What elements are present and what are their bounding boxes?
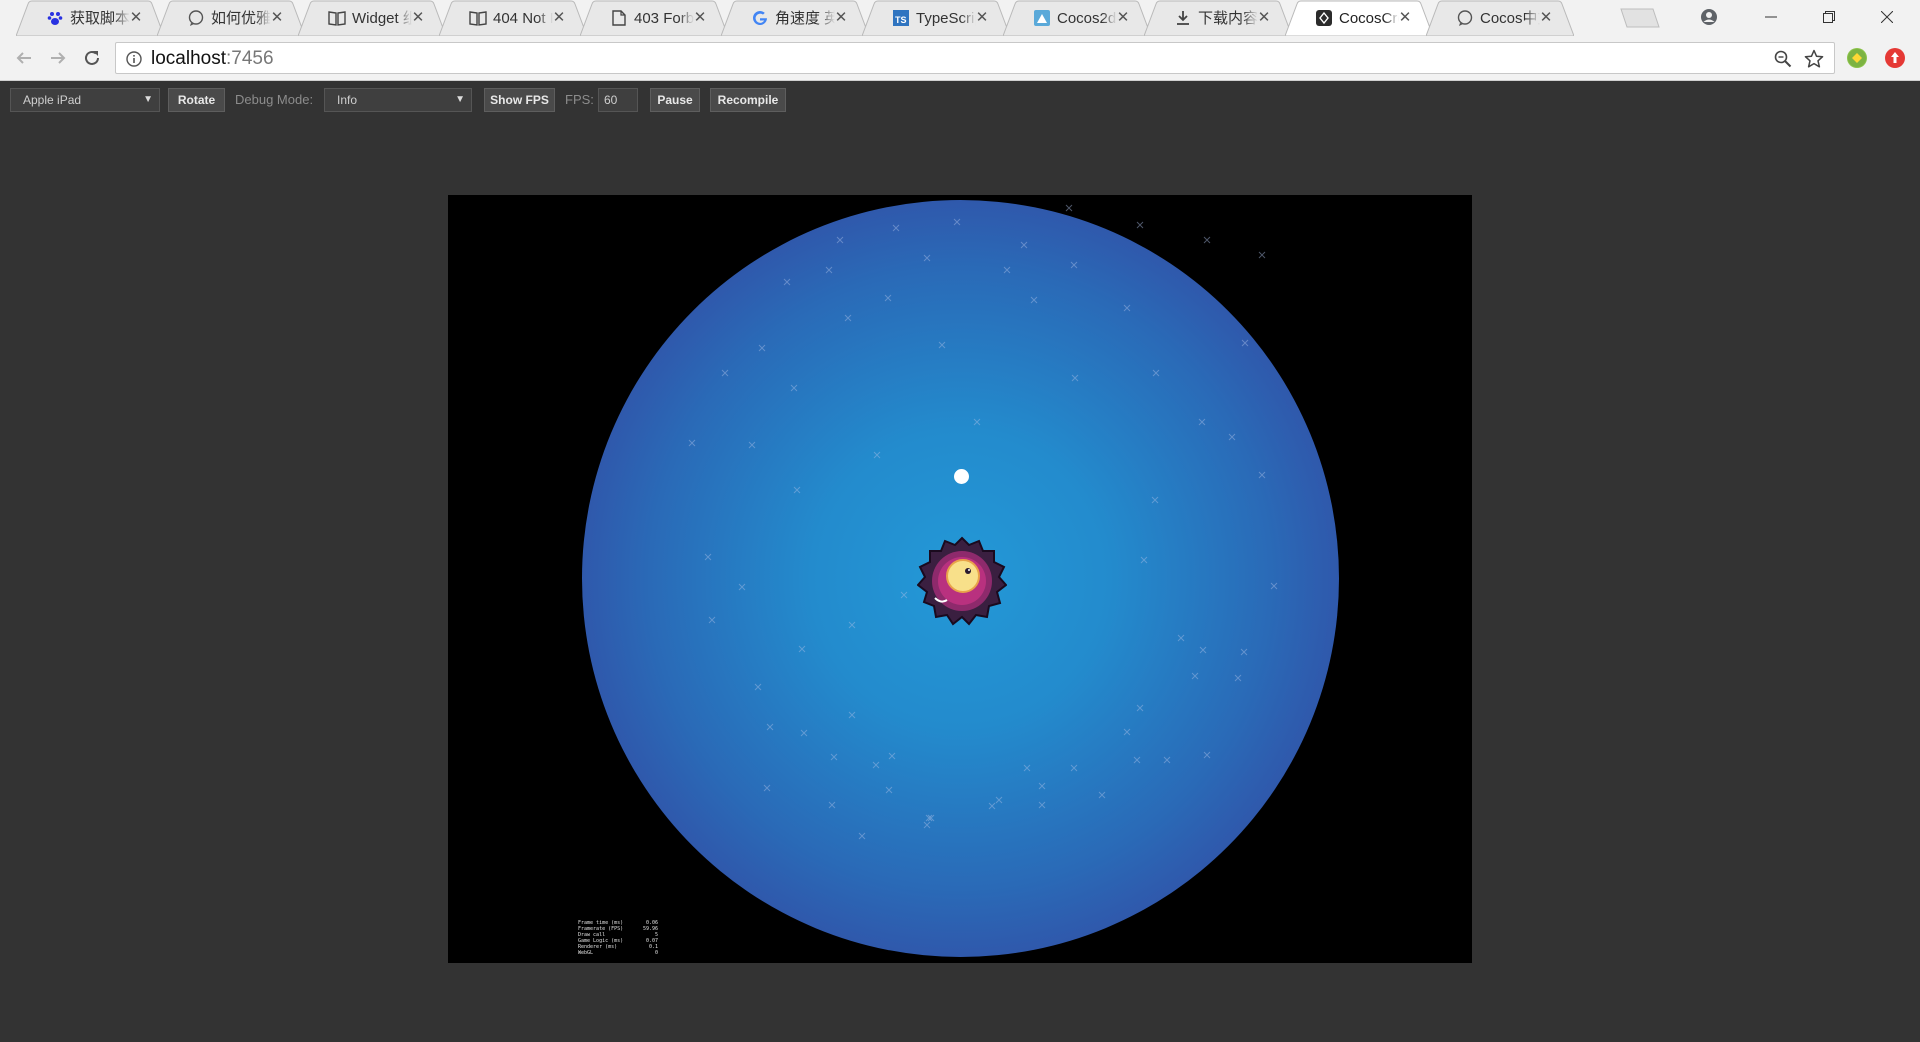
baidu-paw-icon	[46, 9, 64, 27]
tab-close-icon[interactable]: ✕	[1115, 10, 1131, 26]
tab-title: Cocos中文社区	[1480, 10, 1540, 27]
fps-label: FPS:	[565, 92, 594, 107]
pause-button[interactable]: Pause	[650, 88, 700, 112]
tab-close-icon[interactable]: ✕	[974, 10, 990, 26]
browser-tab[interactable]: 角速度 英文✕	[721, 0, 869, 36]
tab-close-icon[interactable]: ✕	[1538, 10, 1554, 26]
browser-toolbar: localhost:7456	[0, 36, 1920, 81]
tab-close-icon[interactable]: ✕	[269, 10, 285, 26]
cocos-creator-icon	[1315, 9, 1333, 27]
address-bar[interactable]: localhost:7456	[115, 42, 1835, 74]
tab-title: Widget 组件	[352, 10, 412, 27]
show-fps-button[interactable]: Show FPS	[484, 88, 555, 112]
tab-close-icon[interactable]: ✕	[410, 10, 426, 26]
star-pickup	[954, 469, 969, 484]
dropdown-arrow-icon: ▼	[455, 94, 465, 105]
new-tab-button[interactable]	[1615, 8, 1661, 28]
tab-close-icon[interactable]: ✕	[128, 10, 144, 26]
tab-title: CocosCreator	[1339, 10, 1399, 27]
tab-strip: 获取脚本组件✕如何优雅的✕Widget 组件✕404 Not Found✕403…	[0, 0, 1920, 36]
forward-arrow-icon	[51, 52, 66, 64]
dropdown-arrow-icon: ▼	[143, 94, 153, 105]
rotate-button[interactable]: Rotate	[168, 88, 225, 112]
fps-input[interactable]: 60	[598, 88, 638, 112]
profile-icon[interactable]	[1680, 0, 1738, 34]
browser-tab[interactable]: Cocos中文社区✕	[1426, 0, 1574, 36]
google-g-icon	[751, 9, 769, 27]
book-icon	[328, 9, 346, 27]
download-icon	[1174, 9, 1192, 27]
cocos-icon	[1033, 9, 1051, 27]
browser-tab[interactable]: 403 Forbidden✕	[580, 0, 728, 36]
tab-close-icon[interactable]: ✕	[1397, 10, 1413, 26]
stats-label: WebGL	[578, 950, 594, 956]
browser-tab[interactable]: Cocos2d-x✕	[1003, 0, 1151, 36]
tab-title: 403 Forbidden	[634, 10, 694, 27]
reload-button[interactable]	[78, 44, 106, 72]
browser-tab[interactable]: 404 Not Found✕	[439, 0, 587, 36]
device-select[interactable]: Apple iPad ▼	[10, 88, 160, 112]
tab-title: TypeScript	[916, 10, 976, 27]
forward-button[interactable]	[44, 44, 72, 72]
tab-title: 404 Not Found	[493, 10, 553, 27]
restore-button[interactable]	[1800, 0, 1858, 34]
extension-icon[interactable]	[1847, 48, 1867, 68]
tab-title: Cocos2d-x	[1057, 10, 1117, 27]
browser-tab[interactable]: 下载内容 ✕	[1144, 0, 1292, 36]
cocos-preview-toolbar: Apple iPad ▼ Rotate Debug Mode: Info ▼ Sho…	[0, 82, 1920, 118]
chat-bubble-icon	[1456, 9, 1474, 27]
tab-close-icon[interactable]: ✕	[692, 10, 708, 26]
tab-title: 角速度 英文	[775, 10, 835, 27]
adblock-extension-icon[interactable]	[1885, 48, 1905, 68]
back-arrow-icon	[16, 52, 31, 64]
browser-tab[interactable]: 如何优雅的✕	[157, 0, 305, 36]
debug-stats-panel: Frame time (ms) 0.06 Framerate (FPS) 59.96 D…	[578, 920, 658, 956]
tab-title: 获取脚本组件	[70, 10, 130, 27]
book-icon	[469, 9, 487, 27]
back-button[interactable]	[10, 44, 38, 72]
browser-tab[interactable]: 获取脚本组件✕	[16, 0, 164, 36]
browser-tab[interactable]: TS TypeScript✕	[862, 0, 1010, 36]
url-text[interactable]: localhost:7456	[151, 47, 274, 71]
minimize-button[interactable]	[1742, 0, 1800, 34]
close-window-button[interactable]	[1858, 0, 1916, 34]
game-canvas[interactable]: Frame time (ms) 0.06 Framerate (FPS) 59.96 D…	[448, 195, 1472, 963]
typescript-icon: TS	[892, 9, 910, 27]
reload-icon	[85, 50, 99, 65]
debug-mode-select[interactable]: Info ▼	[324, 88, 472, 112]
stats-row: WebGL 0	[578, 950, 658, 956]
bookmark-star-icon[interactable]	[1804, 49, 1824, 69]
svg-text:TS: TS	[895, 15, 907, 25]
tab-close-icon[interactable]: ✕	[1256, 10, 1272, 26]
tab-close-icon[interactable]: ✕	[833, 10, 849, 26]
info-icon[interactable]	[126, 51, 142, 67]
tab-close-icon[interactable]: ✕	[551, 10, 567, 26]
recompile-button[interactable]: Recompile	[710, 88, 786, 112]
chat-bubble-icon	[187, 9, 205, 27]
tab-title: 如何优雅的	[211, 10, 271, 27]
debug-mode-label: Debug Mode:	[235, 92, 314, 107]
page-icon	[610, 9, 628, 27]
tab-title: 下载内容	[1198, 10, 1258, 27]
monster-sprite	[917, 536, 1007, 626]
browser-tab[interactable]: Widget 组件✕	[298, 0, 446, 36]
stats-value: 0	[654, 950, 658, 956]
browser-tab[interactable]: CocosCreator✕	[1285, 0, 1433, 36]
zoom-icon[interactable]	[1774, 50, 1792, 68]
